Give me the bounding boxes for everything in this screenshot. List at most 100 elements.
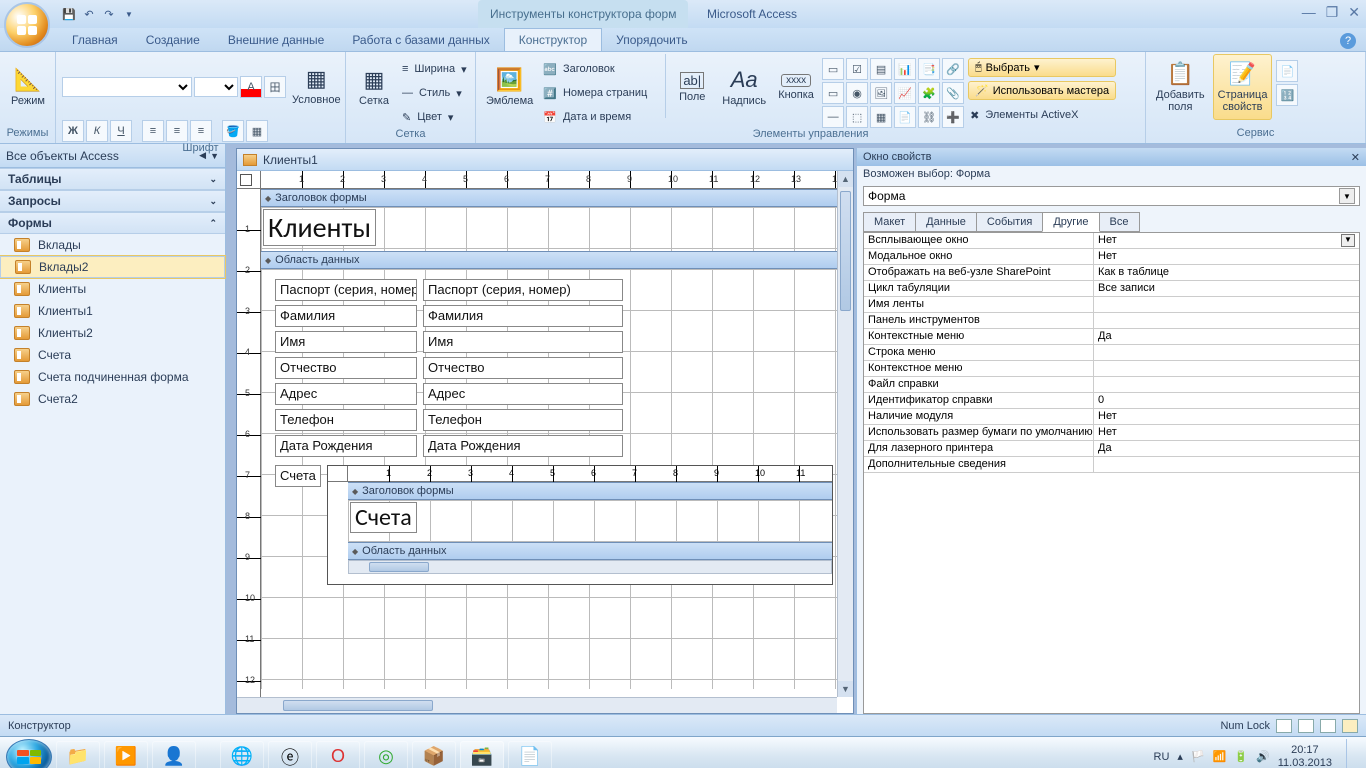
taskbar-virtualbox[interactable]: 📦	[412, 741, 456, 768]
button-control-button[interactable]: xxxxКнопка	[774, 54, 818, 120]
align-center-button[interactable]: ≡	[166, 120, 188, 142]
control-10[interactable]: 📈	[894, 82, 916, 104]
nav-item-Счета2[interactable]: Счета2	[0, 388, 225, 410]
title-check[interactable]: 🔤Заголовок	[541, 58, 661, 80]
prop-tab-all[interactable]: Все	[1099, 212, 1140, 232]
control-9[interactable]: 🖼	[870, 82, 892, 104]
control-2[interactable]: ☑	[846, 58, 868, 80]
field-label[interactable]: Телефон	[275, 409, 417, 431]
tray-clock[interactable]: 20:1711.03.2013	[1278, 744, 1332, 768]
field-label[interactable]: Паспорт (серия, номер)	[275, 279, 417, 301]
control-12[interactable]: 📎	[942, 82, 964, 104]
control-13[interactable]: —	[822, 106, 844, 128]
vertical-ruler[interactable]: 123456789101112	[237, 189, 261, 713]
field-label[interactable]: Имя	[275, 331, 417, 353]
tab-create[interactable]: Создание	[132, 29, 214, 51]
code-button[interactable]: 📄	[1276, 60, 1298, 82]
form-header-section-bar[interactable]: Заголовок формы	[261, 189, 853, 207]
taskbar-ie[interactable]: ⓔ	[268, 741, 312, 768]
font-size-select[interactable]	[194, 77, 238, 97]
prop-row[interactable]: Имя ленты	[864, 297, 1359, 313]
align-left-button[interactable]: ≡	[142, 120, 164, 142]
font-color-button[interactable]: A	[240, 76, 262, 98]
taskbar-chrome[interactable]: 🌐	[220, 741, 264, 768]
alt-fill-button[interactable]: ▦	[246, 120, 268, 142]
prop-row[interactable]: Контекстное меню	[864, 361, 1359, 377]
horizontal-ruler[interactable]: 123456789101112131415	[261, 171, 853, 189]
detail-section-area[interactable]: Паспорт (серия, номер)Паспорт (серия, но…	[261, 269, 853, 689]
prop-row[interactable]: Модальное окноНет	[864, 249, 1359, 265]
undo-icon[interactable]: ↶	[80, 5, 98, 23]
prop-row[interactable]: Панель инструментов	[864, 313, 1359, 329]
use-wizards-button[interactable]: 🪄 Использовать мастера	[968, 81, 1116, 100]
tray-network-icon[interactable]: 📶	[1213, 750, 1227, 763]
form-tab-title[interactable]: Клиенты1	[237, 149, 853, 171]
align-right-button[interactable]: ≡	[190, 120, 212, 142]
taskbar-access[interactable]: 🗃️	[460, 741, 504, 768]
prop-row[interactable]: Строка меню	[864, 345, 1359, 361]
form-header-area[interactable]: Клиенты	[261, 207, 853, 251]
activex-button[interactable]: ✖ Элементы ActiveX	[968, 104, 1116, 126]
subform-label[interactable]: Счета	[275, 465, 321, 487]
prop-row[interactable]: Отображать на веб-узле SharePointКак в т…	[864, 265, 1359, 281]
field-label[interactable]: Дата Рождения	[275, 435, 417, 457]
form-scroll-v[interactable]: ▲▼	[837, 171, 853, 697]
taskbar-app2[interactable]: ◎	[364, 741, 408, 768]
field-textbox[interactable]: Адрес	[423, 383, 623, 405]
nav-item-Вклады2[interactable]: Вклады2	[0, 256, 225, 278]
redo-icon[interactable]: ↷	[100, 5, 118, 23]
taskbar-media[interactable]: ▶️	[104, 741, 148, 768]
tray-chevron-icon[interactable]: ▴	[1177, 750, 1183, 763]
prop-tab-events[interactable]: События	[976, 212, 1043, 232]
nav-group-queries[interactable]: Запросы⌄	[0, 190, 225, 212]
ruler-corner[interactable]	[237, 171, 261, 189]
conditional-format-button[interactable]: ▦Условное	[288, 56, 345, 116]
form-title-label[interactable]: Клиенты	[263, 209, 376, 246]
control-6[interactable]: 🔗	[942, 58, 964, 80]
nav-item-Вклады[interactable]: Вклады	[0, 234, 225, 256]
grid-width-button[interactable]: ≡ Ширина ▾	[400, 58, 469, 80]
control-7[interactable]: ▭	[822, 82, 844, 104]
control-17[interactable]: ⛓	[918, 106, 940, 128]
tab-db-tools[interactable]: Работа с базами данных	[338, 29, 503, 51]
help-icon[interactable]: ?	[1340, 33, 1356, 49]
bold-button[interactable]: Ж	[62, 120, 84, 142]
prop-row[interactable]: Контекстные менюДа	[864, 329, 1359, 345]
view-layout-icon[interactable]	[1320, 719, 1336, 733]
prop-row[interactable]: Файл справки	[864, 377, 1359, 393]
prop-tab-layout[interactable]: Макет	[863, 212, 916, 232]
prop-row[interactable]: Цикл табуляцииВсе записи	[864, 281, 1359, 297]
underline-button[interactable]: Ч	[110, 120, 132, 142]
prop-row[interactable]: Использовать размер бумаги по умолчаниюН…	[864, 425, 1359, 441]
qat-dropdown-icon[interactable]: ▼	[120, 5, 138, 23]
maximize-button[interactable]: ❐	[1326, 4, 1339, 21]
add-fields-button[interactable]: 📋Добавить поля	[1152, 54, 1209, 120]
view-mode-button[interactable]: 📐Режим	[6, 54, 50, 120]
property-sheet-title[interactable]: Окно свойств✕	[857, 148, 1366, 166]
logo-button[interactable]: 🖼️Эмблема	[482, 54, 537, 120]
prop-row[interactable]: Идентификатор справки0	[864, 393, 1359, 409]
prop-row[interactable]: Дополнительные сведения	[864, 457, 1359, 473]
select-tool-button[interactable]: 🖱 Выбрать ▾	[968, 58, 1116, 77]
grid-color-button[interactable]: ✎ Цвет ▾	[400, 106, 469, 128]
view-design-icon[interactable]	[1342, 719, 1358, 733]
field-textbox[interactable]: Дата Рождения	[423, 435, 623, 457]
prop-row[interactable]: Для лазерного принтераДа	[864, 441, 1359, 457]
show-desktop-button[interactable]	[1346, 739, 1360, 768]
subform-detail-bar[interactable]: Область данных	[348, 542, 832, 560]
tab-designer[interactable]: Конструктор	[504, 28, 602, 51]
nav-group-tables[interactable]: Таблицы⌄	[0, 168, 225, 190]
prop-tab-other[interactable]: Другие	[1042, 212, 1099, 232]
control-3[interactable]: ▤	[870, 58, 892, 80]
office-button[interactable]	[4, 2, 50, 48]
tray-power-icon[interactable]: 🔋	[1234, 750, 1248, 763]
control-15[interactable]: ▦	[870, 106, 892, 128]
form-scroll-h[interactable]	[237, 697, 837, 713]
nav-item-Клиенты2[interactable]: Клиенты2	[0, 322, 225, 344]
taskbar-explorer[interactable]: 📁	[56, 741, 100, 768]
nav-item-Клиенты[interactable]: Клиенты	[0, 278, 225, 300]
field-textbox[interactable]: Фамилия	[423, 305, 623, 327]
label-control-button[interactable]: AaНадпись	[718, 54, 770, 120]
gridlines-button[interactable]: ▦Сетка	[352, 54, 396, 120]
minimize-button[interactable]: —	[1302, 4, 1316, 21]
